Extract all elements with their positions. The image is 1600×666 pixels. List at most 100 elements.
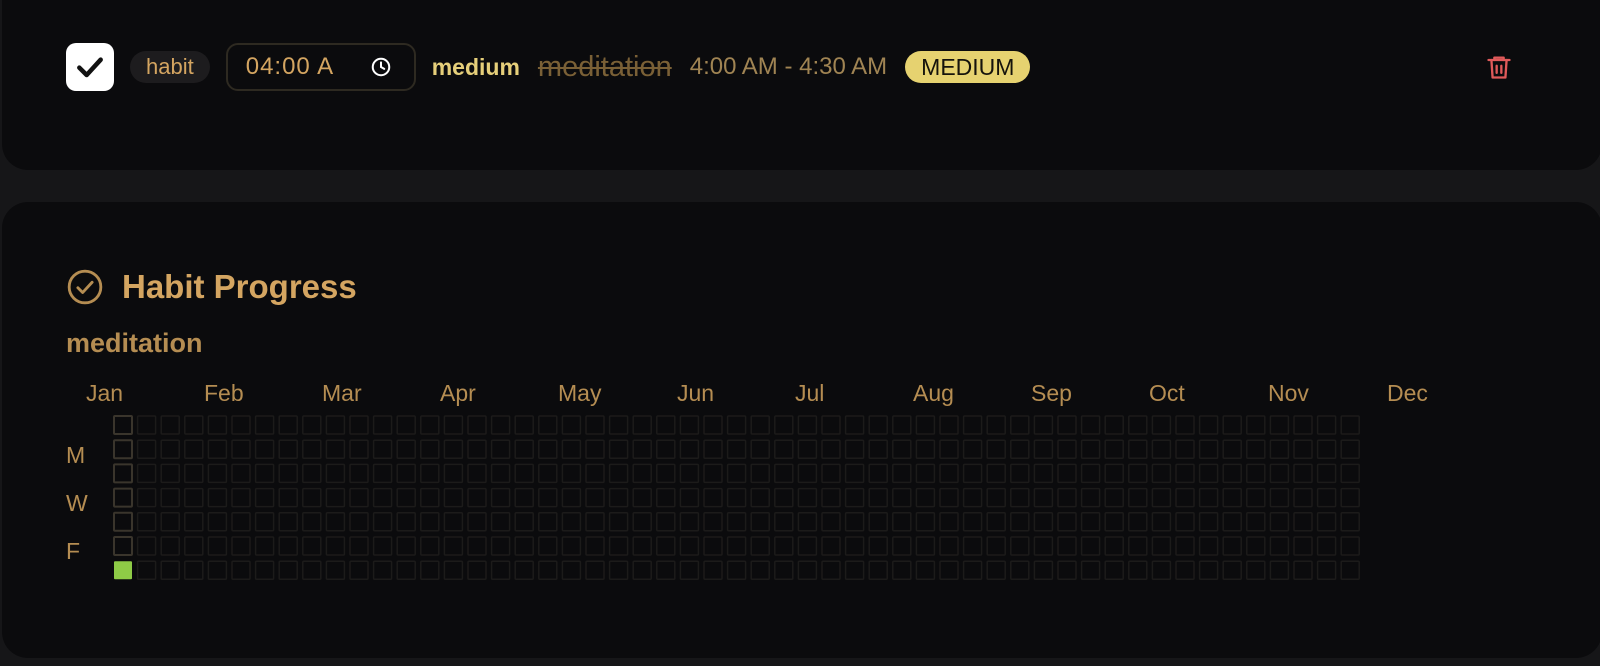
heatmap-cell xyxy=(703,439,723,459)
month-label: Jul xyxy=(795,380,825,406)
heatmap-cell xyxy=(514,487,534,508)
heatmap-cell xyxy=(490,487,511,508)
heatmap-cell xyxy=(679,560,700,580)
heatmap-cell xyxy=(679,536,700,556)
heatmap-cell xyxy=(490,560,511,580)
heatmap-cell xyxy=(915,560,936,580)
heatmap-cell xyxy=(1128,487,1148,508)
heatmap-cell xyxy=(915,415,936,435)
delete-task-button[interactable] xyxy=(1484,52,1514,82)
heatmap-cell xyxy=(868,536,888,556)
heatmap-cell xyxy=(797,439,818,459)
heatmap-cell xyxy=(443,463,464,484)
heatmap-cell xyxy=(1057,512,1077,532)
month-label: Dec xyxy=(1387,380,1428,406)
heatmap-cell xyxy=(726,536,747,556)
heatmap-cell xyxy=(254,439,275,459)
heatmap-cell xyxy=(962,463,983,484)
heatmap-cell xyxy=(1175,415,1195,435)
heatmap-cell xyxy=(939,439,959,459)
heatmap-cell xyxy=(1151,560,1172,580)
month-label: Jun xyxy=(677,380,715,406)
heatmap-cell xyxy=(1198,415,1219,435)
heatmap-cell xyxy=(1175,536,1195,556)
heatmap-cell xyxy=(1293,560,1313,580)
heatmap-cell xyxy=(797,487,818,508)
habit-progress-card: Habit Progress meditation Jan Feb Mar Ap… xyxy=(2,202,1600,658)
heatmap-cell xyxy=(585,487,605,508)
clock-icon[interactable] xyxy=(370,56,392,78)
heatmap-cell xyxy=(986,415,1006,435)
heatmap-cell xyxy=(1340,512,1360,532)
heatmap-cell xyxy=(160,536,180,556)
heatmap-cell xyxy=(1104,415,1124,435)
heatmap-cell xyxy=(774,560,794,580)
heatmap-cell xyxy=(538,512,558,532)
heatmap-cell xyxy=(278,415,298,435)
heatmap-cell xyxy=(1128,439,1148,459)
heatmap-cell xyxy=(726,512,747,532)
heatmap-cell xyxy=(136,487,157,508)
heatmap-cell xyxy=(467,439,487,459)
heatmap-cell xyxy=(726,487,747,508)
heatmap-cell xyxy=(302,463,322,484)
heatmap-cell xyxy=(514,536,534,556)
heatmap-cell xyxy=(514,512,534,532)
heatmap-cell xyxy=(254,560,275,580)
heatmap-cell xyxy=(750,463,770,484)
heatmap-cell xyxy=(797,536,818,556)
heatmap-cell xyxy=(1198,463,1219,484)
heatmap-cell xyxy=(278,536,298,556)
heatmap-cell xyxy=(1010,487,1030,508)
heatmap-cell xyxy=(1057,560,1077,580)
heatmap-cell xyxy=(703,463,723,484)
heatmap-cell xyxy=(1340,487,1360,508)
heatmap-cell xyxy=(726,560,747,580)
task-time-range: 4:00 AM - 4:30 AM xyxy=(689,53,888,80)
trash-icon xyxy=(1485,53,1513,81)
heatmap-cell xyxy=(844,487,865,508)
heatmap-cell xyxy=(1057,463,1077,484)
heatmap-cell xyxy=(679,512,700,532)
heatmap-cell xyxy=(1222,439,1242,459)
heatmap-cell xyxy=(656,487,676,508)
heatmap-cell xyxy=(726,439,747,459)
heatmap-cell xyxy=(1151,439,1172,459)
heatmap-cell xyxy=(113,439,133,460)
heatmap-cell xyxy=(656,415,676,435)
check-icon xyxy=(74,51,106,83)
heatmap-cell xyxy=(184,536,204,556)
heatmap-cell xyxy=(278,512,298,532)
habit-progress-header: Habit Progress xyxy=(66,268,357,306)
heatmap-cell xyxy=(750,512,770,532)
heatmap-cell xyxy=(892,487,912,508)
heatmap-cell xyxy=(632,512,652,532)
heatmap-cell xyxy=(302,512,322,532)
heatmap-cell xyxy=(1080,415,1101,435)
heatmap-cell xyxy=(207,487,228,508)
heatmap-cell xyxy=(915,439,936,459)
heatmap-cell xyxy=(774,463,794,484)
heatmap-cell-completed xyxy=(114,561,132,580)
heatmap-cell xyxy=(915,487,936,508)
heatmap-cell xyxy=(467,536,487,556)
heatmap-cell xyxy=(656,463,676,484)
habit-name: meditation xyxy=(66,328,203,358)
heatmap-cell xyxy=(1057,536,1077,556)
heatmap-cell xyxy=(1010,512,1030,532)
heatmap-cell xyxy=(1033,439,1054,459)
heatmap-cell xyxy=(1246,512,1266,532)
time-input[interactable]: 04:00 A xyxy=(225,43,416,91)
heatmap-cell xyxy=(1033,487,1054,508)
heatmap-cell xyxy=(160,463,180,484)
heatmap-cell xyxy=(632,560,652,580)
heatmap-cell xyxy=(160,560,180,580)
time-input-value: 04:00 A xyxy=(245,53,335,80)
heatmap-cell xyxy=(514,439,534,459)
heatmap-cell xyxy=(136,512,157,532)
heatmap-cell xyxy=(349,560,369,580)
task-row: habit 04:00 A medium meditation 4:00 AM … xyxy=(66,42,1600,92)
heatmap-cell xyxy=(1175,560,1195,580)
heatmap-cell xyxy=(254,463,275,484)
task-complete-checkbox[interactable] xyxy=(66,43,114,91)
